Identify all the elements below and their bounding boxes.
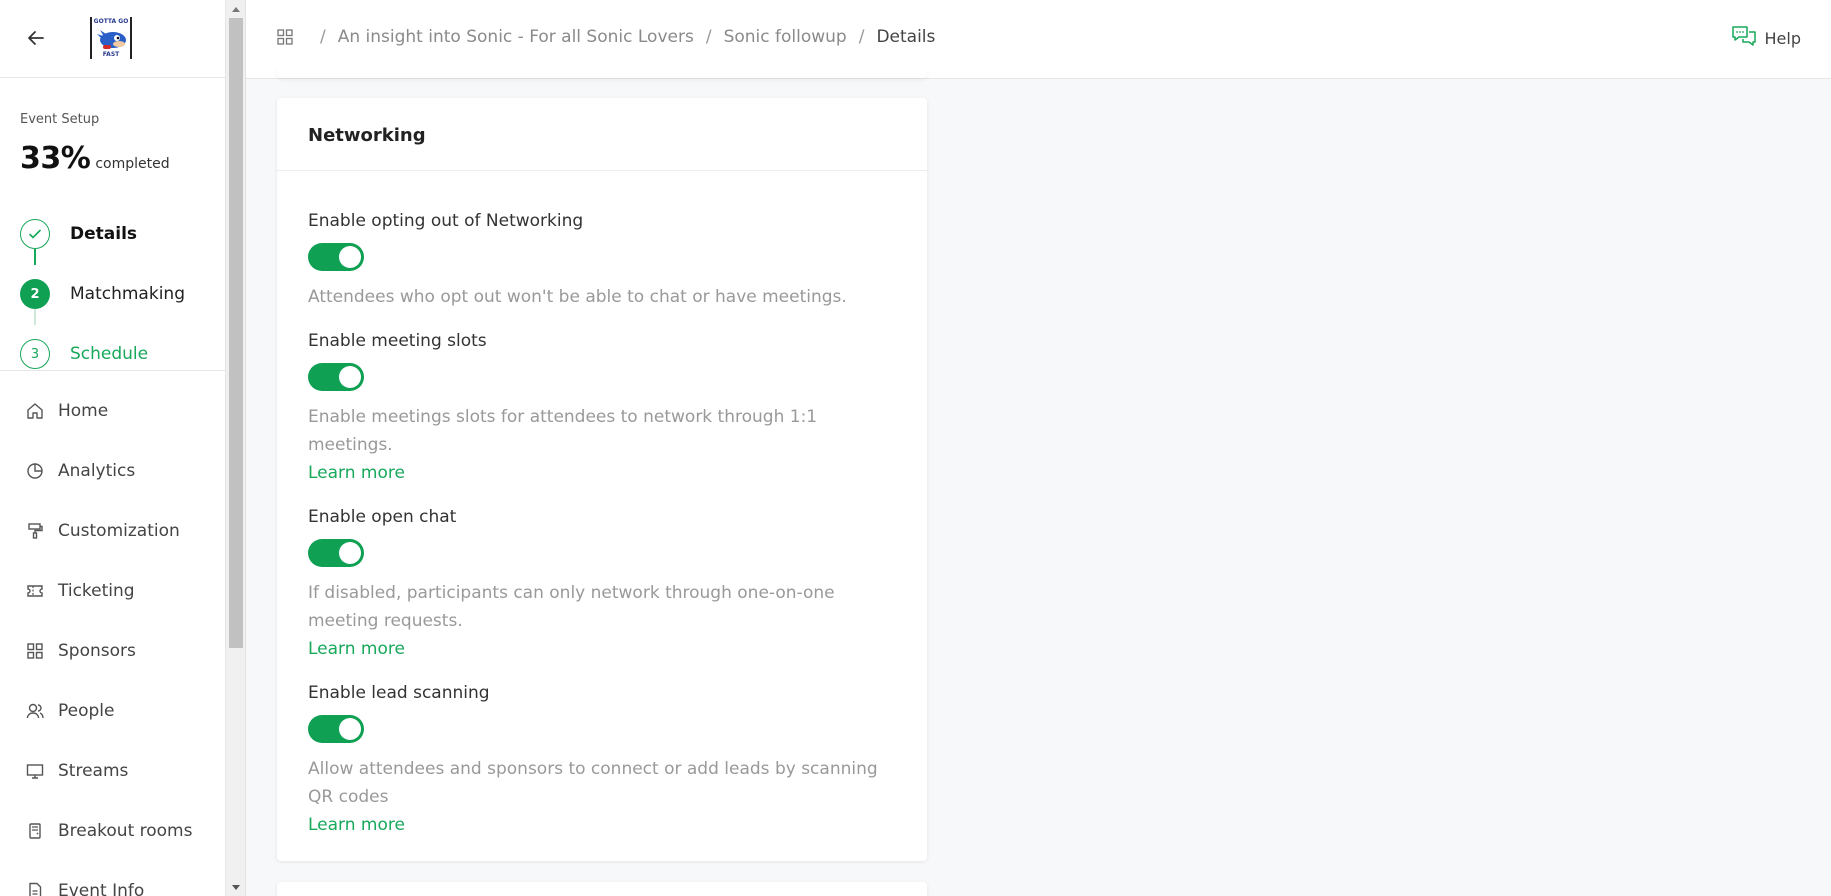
networking-settings: Enable opting out of Networking Attendee… [277,171,927,839]
step-label: Schedule [70,344,149,364]
sidebar-item-label: People [58,701,115,721]
setting-open-chat: Enable open chat If disabled, participan… [308,507,896,663]
scrollbar-thumb[interactable] [229,18,243,648]
sidebar-item-label: Event Info [58,881,145,896]
learn-more-link[interactable]: Learn more [308,459,405,487]
networking-title: Networking [308,125,426,146]
logo-top-text: GOTTA GO [93,18,129,25]
grid-icon [26,642,44,660]
sidebar-item-home[interactable]: Home [0,381,225,441]
setting-label: Enable meeting slots [308,331,487,351]
learn-more-link[interactable]: Learn more [308,811,405,839]
ticket-icon [26,582,44,600]
logo-bottom-text: FAST [102,51,120,58]
sidebar-item-label: Home [58,401,109,421]
pie-chart-icon [26,462,44,480]
progress-suffix: completed [95,156,170,172]
setting-description: Enable meetings slots for attendees to n… [308,407,818,455]
sonic-logo-icon [97,30,126,49]
document-icon [26,882,44,896]
help-button[interactable]: Help [1731,25,1801,51]
chat-bubbles-icon [1731,25,1757,51]
sidebar-item-event-info[interactable]: Event Info [0,861,225,896]
people-icon [26,702,44,720]
step-number: 2 [20,279,50,309]
breadcrumb-separator: / [320,27,326,47]
step-label: Matchmaking [70,284,185,304]
step-number: 3 [20,339,50,369]
scroll-up-icon[interactable] [226,0,246,17]
setting-label: Enable lead scanning [308,683,490,703]
sidebar-item-label: Streams [58,761,129,781]
breadcrumb-separator: / [705,27,712,47]
setting-lead-scanning: Enable lead scanning Allow attendees and… [308,683,896,839]
toggle-knob [339,366,361,388]
sidebar-item-label: Ticketing [58,581,135,601]
sidebar-item-analytics[interactable]: Analytics [0,441,225,501]
progress-percent: 33% [20,141,91,176]
back-arrow-icon[interactable] [24,26,48,50]
setting-description: Allow attendees and sponsors to connect … [308,759,878,807]
paint-roller-icon [26,522,44,540]
sidebar-item-sponsors[interactable]: Sponsors [0,621,225,681]
home-icon [26,402,44,420]
monitor-icon [26,762,44,780]
setup-steps: Details 2 Matchmaking 3 Schedule [20,204,185,384]
toggle-knob [339,718,361,740]
sidebar: GOTTA GO FAST Event Setup 33% completed [0,0,226,896]
networking-card: Networking Enable opting out of Networki… [277,98,927,861]
learn-more-link[interactable]: Learn more [308,635,405,663]
help-label: Help [1764,28,1801,48]
networking-card-header: Networking [277,98,927,171]
sidebar-item-ticketing[interactable]: Ticketing [0,561,225,621]
sidebar-item-label: Analytics [58,461,136,481]
check-icon [20,219,50,249]
setting-description: If disabled, participants can only netwo… [308,583,835,631]
lead-scanning-toggle[interactable] [308,715,364,743]
sidebar-item-streams[interactable]: Streams [0,741,225,801]
step-matchmaking[interactable]: 2 Matchmaking [20,264,185,324]
progress-row: 33% completed [20,141,225,176]
breadcrumb-separator: / [858,27,865,47]
scroll-down-icon[interactable] [226,879,246,896]
door-icon [26,822,44,840]
event-setup-progress: Event Setup 33% completed Details 2 Matc… [0,78,225,371]
sidebar-item-breakout-rooms[interactable]: Breakout rooms [0,801,225,861]
breadcrumb-current: Details [876,27,936,47]
sidebar-item-label: Customization [58,521,180,541]
next-card-edge [277,882,927,896]
breadcrumb-followup[interactable]: Sonic followup [724,27,847,47]
setting-description: Attendees who opt out won't be able to c… [308,287,847,307]
previous-card-edge [277,68,927,78]
step-schedule[interactable]: 3 Schedule [20,324,185,384]
sidebar-scrollbar[interactable] [226,0,246,896]
apps-grid-icon[interactable] [276,28,294,46]
step-label: Details [70,224,138,244]
setting-label: Enable opting out of Networking [308,211,584,231]
breadcrumb-event[interactable]: An insight into Sonic - For all Sonic Lo… [338,27,694,47]
event-setup-label: Event Setup [20,112,100,127]
sidebar-top: GOTTA GO FAST [0,0,225,78]
sidebar-item-label: Breakout rooms [58,821,193,841]
open-chat-toggle[interactable] [308,539,364,567]
sidebar-item-label: Sponsors [58,641,136,661]
setting-meeting-slots: Enable meeting slots Enable meetings slo… [308,331,896,487]
setting-opt-out-networking: Enable opting out of Networking Attendee… [308,211,896,311]
opt-out-networking-toggle[interactable] [308,243,364,271]
sidebar-item-customization[interactable]: Customization [0,501,225,561]
meeting-slots-toggle[interactable] [308,363,364,391]
toggle-knob [339,542,361,564]
step-details[interactable]: Details [20,204,185,264]
sidebar-nav: Home Analytics Customization Ticketing S… [0,371,225,896]
sidebar-item-people[interactable]: People [0,681,225,741]
toggle-knob [339,246,361,268]
event-logo[interactable]: GOTTA GO FAST [90,17,132,59]
setting-label: Enable open chat [308,507,457,527]
breadcrumb: / An insight into Sonic - For all Sonic … [276,27,935,47]
